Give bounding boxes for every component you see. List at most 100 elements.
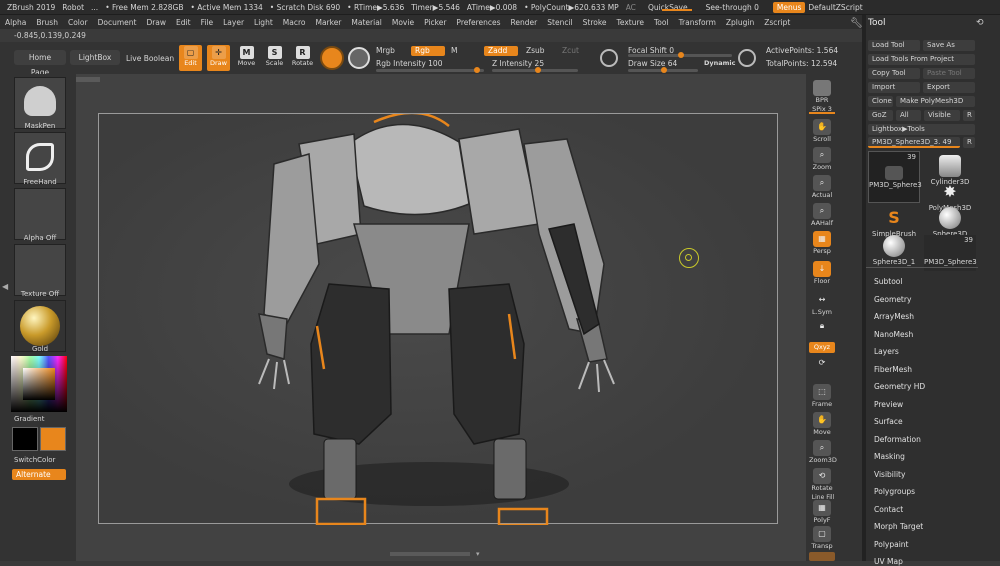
alternate-button[interactable]: Alternate — [12, 469, 66, 480]
switch-color-button[interactable]: SwitchColor — [14, 456, 55, 464]
m-button[interactable]: M — [451, 46, 457, 55]
tool-section-visibility[interactable]: Visibility — [874, 470, 905, 479]
color-picker[interactable] — [11, 356, 67, 412]
tool-section-deformation[interactable]: Deformation — [874, 435, 921, 444]
rotate-button[interactable]: R Rotate — [291, 45, 314, 71]
menu-item-preferences[interactable]: Preferences — [451, 18, 505, 27]
xyz-button[interactable]: Qxyz — [809, 342, 835, 353]
tool-section-geometry[interactable]: Geometry — [874, 295, 911, 304]
primary-color-swatch[interactable] — [12, 427, 38, 451]
menu-item-material[interactable]: Material — [346, 18, 386, 27]
tool-r-button[interactable]: R — [963, 137, 975, 148]
home-page-button[interactable]: Home Page — [14, 50, 66, 77]
zadd-button[interactable]: Zadd — [484, 46, 518, 56]
dynamic-button[interactable]: Dynamic — [704, 59, 736, 67]
menu-item-stencil[interactable]: Stencil — [542, 18, 577, 27]
import-button[interactable]: Import — [868, 82, 920, 93]
default-zscript-button[interactable]: DefaultZScript — [808, 3, 862, 12]
tool-thumb-pm3d-sphere3-2[interactable]: 39 PM3D_Sphere3 — [924, 235, 977, 271]
lightbox-button[interactable]: LightBox — [70, 50, 120, 65]
rgb-intensity-slider[interactable]: Rgb Intensity 100 — [376, 59, 442, 68]
paste-tool-button[interactable]: Paste Tool — [923, 68, 975, 79]
alpha-thumbnail[interactable] — [14, 188, 66, 240]
spix-slider[interactable]: SPix 3 — [809, 105, 835, 114]
tool-panel-title[interactable]: Tool — [868, 18, 885, 28]
actual-button[interactable]: ⌕ Actual — [809, 175, 835, 205]
menu-item-picker[interactable]: Picker — [419, 18, 451, 27]
stroke-thumbnail[interactable] — [14, 132, 66, 184]
persp-button[interactable]: ▦ Persp — [809, 231, 835, 261]
document-canvas[interactable] — [98, 113, 778, 525]
tool-section-preview[interactable]: Preview — [874, 400, 903, 409]
left-tray-arrow-icon[interactable]: ◀ — [2, 282, 8, 294]
tool-section-arraymesh[interactable]: ArrayMesh — [874, 312, 914, 321]
menu-item-document[interactable]: Document — [93, 18, 142, 27]
zoom3d-button[interactable]: ⌕ Zoom3D — [809, 440, 837, 470]
tool-section-morph-target[interactable]: Morph Target — [874, 522, 923, 531]
tool-section-surface[interactable]: Surface — [874, 417, 903, 426]
export-button[interactable]: Export — [923, 82, 975, 93]
tool-section-layers[interactable]: Layers — [874, 347, 899, 356]
tool-section-contact[interactable]: Contact — [874, 505, 903, 514]
tool-section-geometry-hd[interactable]: Geometry HD — [874, 382, 925, 391]
edit-button[interactable]: ▢ Edit — [179, 45, 202, 71]
tool-thumb-pm3d-sphere3[interactable]: 39 PM3D_Sphere3 — [868, 151, 922, 203]
move-button[interactable]: M Move — [235, 45, 258, 71]
current-tool-slider[interactable]: PM3D_Sphere3D_3. 49 — [868, 137, 960, 148]
rgb-button[interactable]: Rgb — [411, 46, 445, 56]
brush-sphere-icon[interactable] — [320, 46, 344, 70]
draw-size-track[interactable] — [628, 67, 698, 73]
menu-item-macro[interactable]: Macro — [278, 18, 311, 27]
load-from-project-button[interactable]: Load Tools From Project — [868, 54, 975, 65]
tool-section-polygroups[interactable]: Polygroups — [874, 487, 915, 496]
texture-thumbnail[interactable] — [14, 244, 66, 296]
menu-item-marker[interactable]: Marker — [310, 18, 346, 27]
gradient-label[interactable]: Gradient — [14, 415, 44, 423]
bottom-tray-arrow-icon[interactable]: ▾ — [476, 550, 484, 558]
menus-button[interactable]: Menus — [772, 1, 806, 13]
tool-panel-reset-icon[interactable]: ⟲ — [976, 18, 984, 28]
draw-size-slider[interactable]: Draw Size 64 — [628, 59, 677, 68]
menu-item-file[interactable]: File — [196, 18, 219, 27]
clone-button[interactable]: Clone — [868, 96, 893, 107]
zsub-button[interactable]: Zsub — [526, 46, 545, 55]
color-square[interactable] — [23, 368, 55, 400]
goz-button[interactable]: GoZ — [868, 110, 893, 121]
menu-item-tool[interactable]: Tool — [649, 18, 674, 27]
zoom-button[interactable]: ⌕ Zoom — [809, 147, 835, 177]
menu-item-zplugin[interactable]: Zplugin — [721, 18, 759, 27]
see-through-slider[interactable]: See-through 0 — [706, 3, 759, 12]
menu-item-layer[interactable]: Layer — [218, 18, 249, 27]
bottom-scroll-handle[interactable] — [390, 552, 470, 556]
secondary-color-swatch[interactable] — [40, 427, 66, 451]
tool-section-polypaint[interactable]: Polypaint — [874, 540, 909, 549]
z-intensity-track[interactable] — [492, 67, 578, 73]
tool-section-uv-map[interactable]: UV Map — [874, 557, 903, 566]
floor-button[interactable]: ↓ Floor — [809, 261, 835, 291]
frame-button[interactable]: ⬚ Frame — [809, 384, 835, 414]
save-as-button[interactable]: Save As — [923, 40, 975, 51]
make-polymesh-button[interactable]: Make PolyMesh3D — [896, 96, 975, 107]
menu-item-alpha[interactable]: Alpha — [0, 18, 31, 27]
menu-item-stroke[interactable]: Stroke — [578, 18, 612, 27]
scroll-button[interactable]: ✋ Scroll — [809, 119, 835, 149]
material-switch-icon[interactable] — [348, 47, 370, 69]
menu-item-draw[interactable]: Draw — [141, 18, 171, 27]
tool-section-nanomesh[interactable]: NanoMesh — [874, 330, 913, 339]
menu-item-light[interactable]: Light — [249, 18, 278, 27]
draw-button[interactable]: ✛ Draw — [207, 45, 230, 71]
tool-section-fibermesh[interactable]: FiberMesh — [874, 365, 912, 374]
rgb-intensity-track[interactable] — [376, 67, 484, 73]
viewport-scroll-handle[interactable] — [76, 77, 100, 82]
menu-item-render[interactable]: Render — [506, 18, 543, 27]
scale-button[interactable]: S Scale — [263, 45, 286, 71]
load-tool-button[interactable]: Load Tool — [868, 40, 920, 51]
menu-item-texture[interactable]: Texture — [612, 18, 649, 27]
copy-tool-button[interactable]: Copy Tool — [868, 68, 920, 79]
menu-item-color[interactable]: Color — [63, 18, 93, 27]
tool-section-subtool[interactable]: Subtool — [874, 277, 902, 286]
move-view-button[interactable]: ✋ Move — [809, 412, 835, 442]
goz-all-button[interactable]: All — [896, 110, 921, 121]
lightbox-tools-button[interactable]: Lightbox▶Tools — [868, 124, 975, 135]
rotate-axis-button[interactable]: ⟳ — [809, 355, 835, 377]
